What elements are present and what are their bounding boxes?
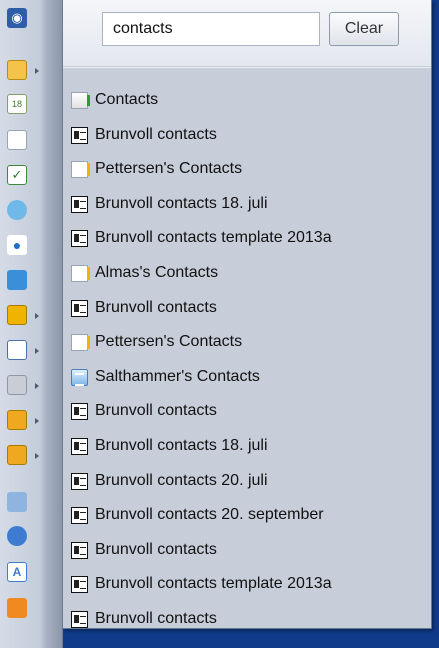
result-item[interactable]: Brunvoll contacts 20. september: [71, 502, 423, 528]
shared-icon: [71, 264, 90, 282]
mail-icon[interactable]: [7, 60, 39, 80]
result-item[interactable]: Brunvoll contacts template 2013a: [71, 225, 423, 251]
result-item[interactable]: Contacts: [71, 87, 423, 113]
result-label: Pettersen's Contacts: [95, 333, 243, 350]
binoculars-icon[interactable]: ◉: [7, 8, 27, 28]
refresh-icon[interactable]: [7, 270, 27, 290]
folder-list-icon[interactable]: [7, 340, 39, 360]
list-icon: [71, 368, 88, 386]
result-item[interactable]: Brunvoll contacts 18. juli: [71, 433, 423, 459]
result-item[interactable]: Brunvoll contacts: [71, 295, 423, 321]
clear-button[interactable]: Clear: [329, 12, 399, 46]
user-icon[interactable]: ●: [7, 235, 27, 255]
result-item[interactable]: Brunvoll contacts 18. juli: [71, 191, 423, 217]
shared-icon: [71, 333, 90, 351]
result-label: Brunvoll contacts template 2013a: [95, 229, 332, 246]
result-label: Brunvoll contacts 18. juli: [95, 437, 268, 454]
result-label: Brunvoll contacts 20. juli: [95, 472, 268, 489]
result-label: Brunvoll contacts: [95, 541, 217, 558]
result-label: Brunvoll contacts: [95, 126, 217, 143]
result-item[interactable]: Salthammer's Contacts: [71, 364, 423, 390]
result-item[interactable]: Brunvoll contacts: [71, 398, 423, 424]
card-icon: [71, 299, 88, 317]
result-label: Brunvoll contacts 18. juli: [95, 195, 268, 212]
folder-icon: [71, 91, 90, 109]
card-icon: [71, 126, 88, 144]
result-label: Almas's Contacts: [95, 264, 219, 281]
card-icon: [71, 437, 88, 455]
edit-icon[interactable]: [7, 492, 27, 512]
result-label: Brunvoll contacts 20. september: [95, 506, 324, 523]
left-icon-rail: ◉ 18 ✓ ● A: [0, 0, 63, 648]
globe-icon[interactable]: [7, 526, 27, 546]
search-panel: Clear Contacts Brunvoll contacts Pettersen…: [63, 0, 432, 629]
archive-icon[interactable]: [7, 598, 27, 618]
result-item[interactable]: Brunvoll contacts template 2013a: [71, 571, 423, 597]
result-item[interactable]: Brunvoll contacts 20. juli: [71, 468, 423, 494]
result-label: Pettersen's Contacts: [95, 160, 243, 177]
folder-icon[interactable]: [7, 305, 39, 325]
calendar-icon[interactable]: 18: [7, 94, 27, 114]
shared-icon: [71, 160, 90, 178]
folder-notes-icon[interactable]: [7, 445, 39, 465]
card-icon: [71, 402, 88, 420]
results-list: Contacts Brunvoll contacts Pettersen's Con…: [63, 68, 431, 628]
result-item[interactable]: Pettersen's Contacts: [71, 156, 423, 182]
contacts-icon[interactable]: [7, 130, 27, 150]
result-item[interactable]: Brunvoll contacts: [71, 537, 423, 563]
result-item[interactable]: Brunvoll contacts: [71, 122, 423, 148]
card-icon: [71, 541, 88, 559]
result-item[interactable]: Almas's Contacts: [71, 260, 423, 286]
result-label: Salthammer's Contacts: [95, 368, 260, 385]
result-label: Brunvoll contacts: [95, 299, 217, 316]
result-item[interactable]: Pettersen's Contacts: [71, 329, 423, 355]
card-icon: [71, 195, 88, 213]
result-label: Contacts: [95, 91, 159, 108]
search-bar: Clear: [63, 0, 431, 67]
result-label: Brunvoll contacts: [95, 402, 217, 419]
result-label: Brunvoll contacts: [95, 610, 217, 627]
search-input[interactable]: [102, 12, 320, 46]
card-icon: [71, 229, 88, 247]
card-icon: [71, 610, 88, 628]
sync-icon[interactable]: [7, 200, 27, 220]
result-label: Brunvoll contacts template 2013a: [95, 575, 332, 592]
folder-shared-icon[interactable]: [7, 410, 39, 430]
folder-gray-icon[interactable]: [7, 375, 39, 395]
card-icon: [71, 575, 88, 593]
card-icon: [71, 506, 88, 524]
result-item[interactable]: Brunvoll contacts: [71, 606, 423, 632]
tasks-icon[interactable]: ✓: [7, 165, 27, 185]
card-icon: [71, 472, 88, 490]
document-icon[interactable]: A: [7, 562, 27, 582]
